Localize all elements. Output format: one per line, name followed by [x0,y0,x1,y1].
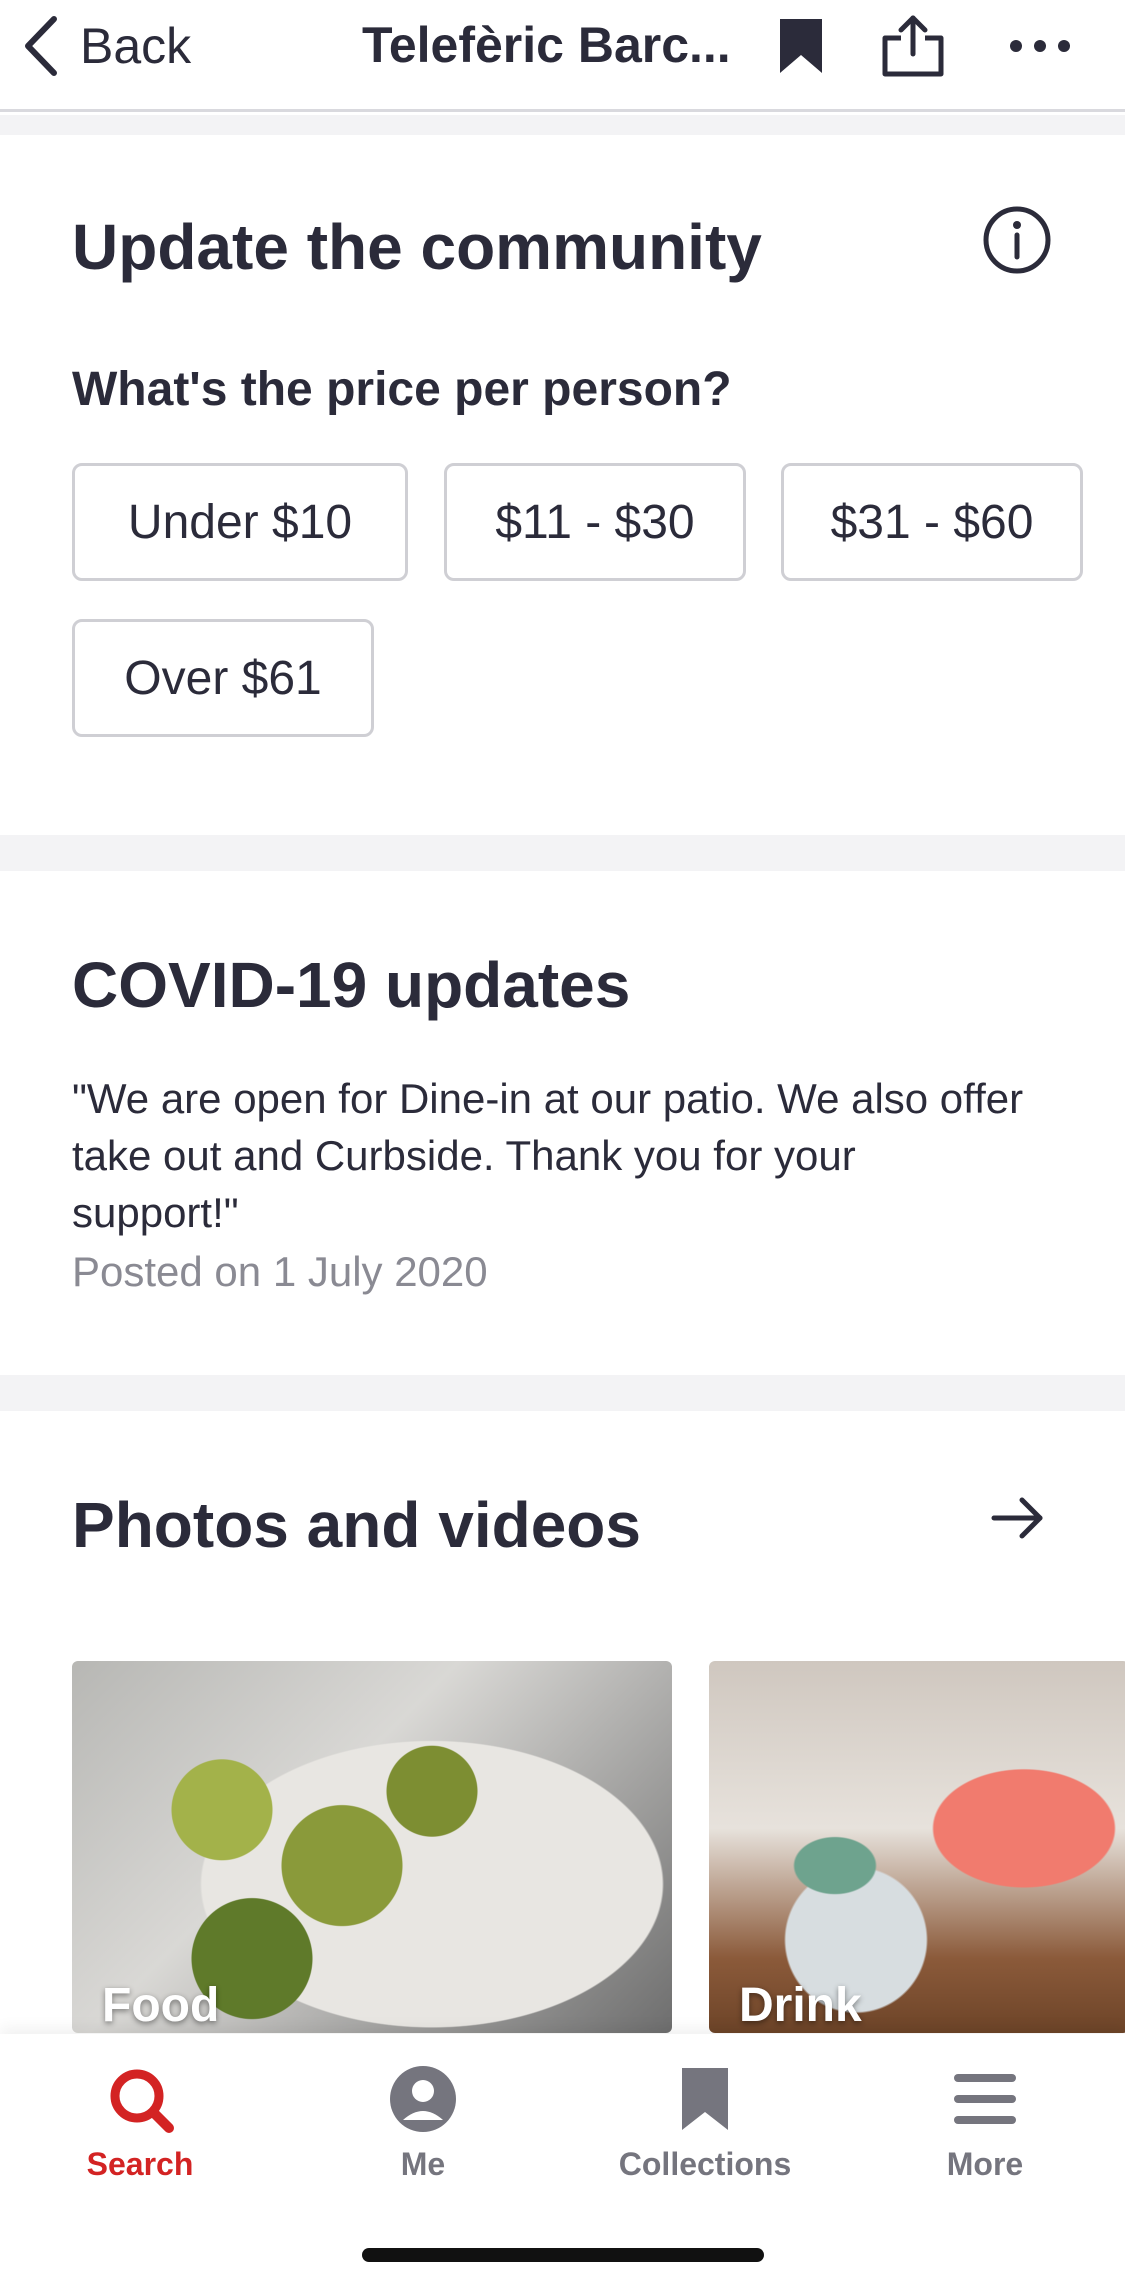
tab-search[interactable]: Search [40,2064,240,2224]
bookmark-icon [682,2068,728,2130]
arrow-right-icon[interactable] [990,1490,1046,1546]
chevron-left-icon [25,16,57,76]
page-title: Telefèric Barc... [362,17,731,73]
menu-icon [954,2074,1016,2124]
covid-posted-date: Posted on 1 July 2020 [72,1248,488,1295]
bottom-tab-bar: Search Me Collections More [0,2034,1125,2284]
photos-heading: Photos and videos [72,1489,641,1561]
tab-label-collections: Collections [618,2146,792,2182]
top-nav-bar: Back Telefèric Barc... [0,0,1125,112]
price-option-over-61[interactable]: Over $61 [72,619,374,737]
home-indicator[interactable] [362,2248,764,2262]
section-divider [0,1375,1125,1411]
tab-label-me: Me [400,2146,446,2182]
covid-heading: COVID-19 updates [72,949,631,1021]
price-question: What's the price per person? [72,363,732,416]
tab-label-more: More [946,2146,1024,2182]
price-option-under-10[interactable]: Under $10 [72,463,408,581]
info-icon[interactable] [982,205,1052,275]
photo-label-food: Food [102,1979,220,2032]
bookmark-icon [780,19,822,73]
profile-icon [390,2066,456,2132]
photo-card-drink[interactable]: Drink [709,1661,1125,2033]
price-option-11-30[interactable]: $11 - $30 [444,463,746,581]
section-divider [0,835,1125,871]
tab-label-search: Search [86,2146,194,2182]
photo-label-drink: Drink [739,1979,862,2032]
section-divider [0,115,1125,135]
search-icon [110,2069,174,2133]
bookmark-button[interactable] [773,14,829,78]
back-button[interactable]: Back [20,14,191,78]
photo-card-food[interactable]: Food [72,1661,672,2033]
covid-message: "We are open for Dine-in at our patio. W… [72,1075,1024,1236]
share-icon [882,15,944,77]
price-option-31-60[interactable]: $31 - $60 [781,463,1083,581]
tab-me[interactable]: Me [323,2064,523,2224]
business-details-page: Back Telefèric Barc... Update the commun [0,0,1125,2284]
more-icon [1010,40,1070,52]
tab-collections[interactable]: Collections [605,2064,805,2224]
more-options-button[interactable] [1005,14,1075,78]
back-label: Back [80,18,192,74]
community-heading: Update the community [72,211,762,283]
share-button[interactable] [878,14,948,78]
tab-more[interactable]: More [885,2064,1085,2224]
